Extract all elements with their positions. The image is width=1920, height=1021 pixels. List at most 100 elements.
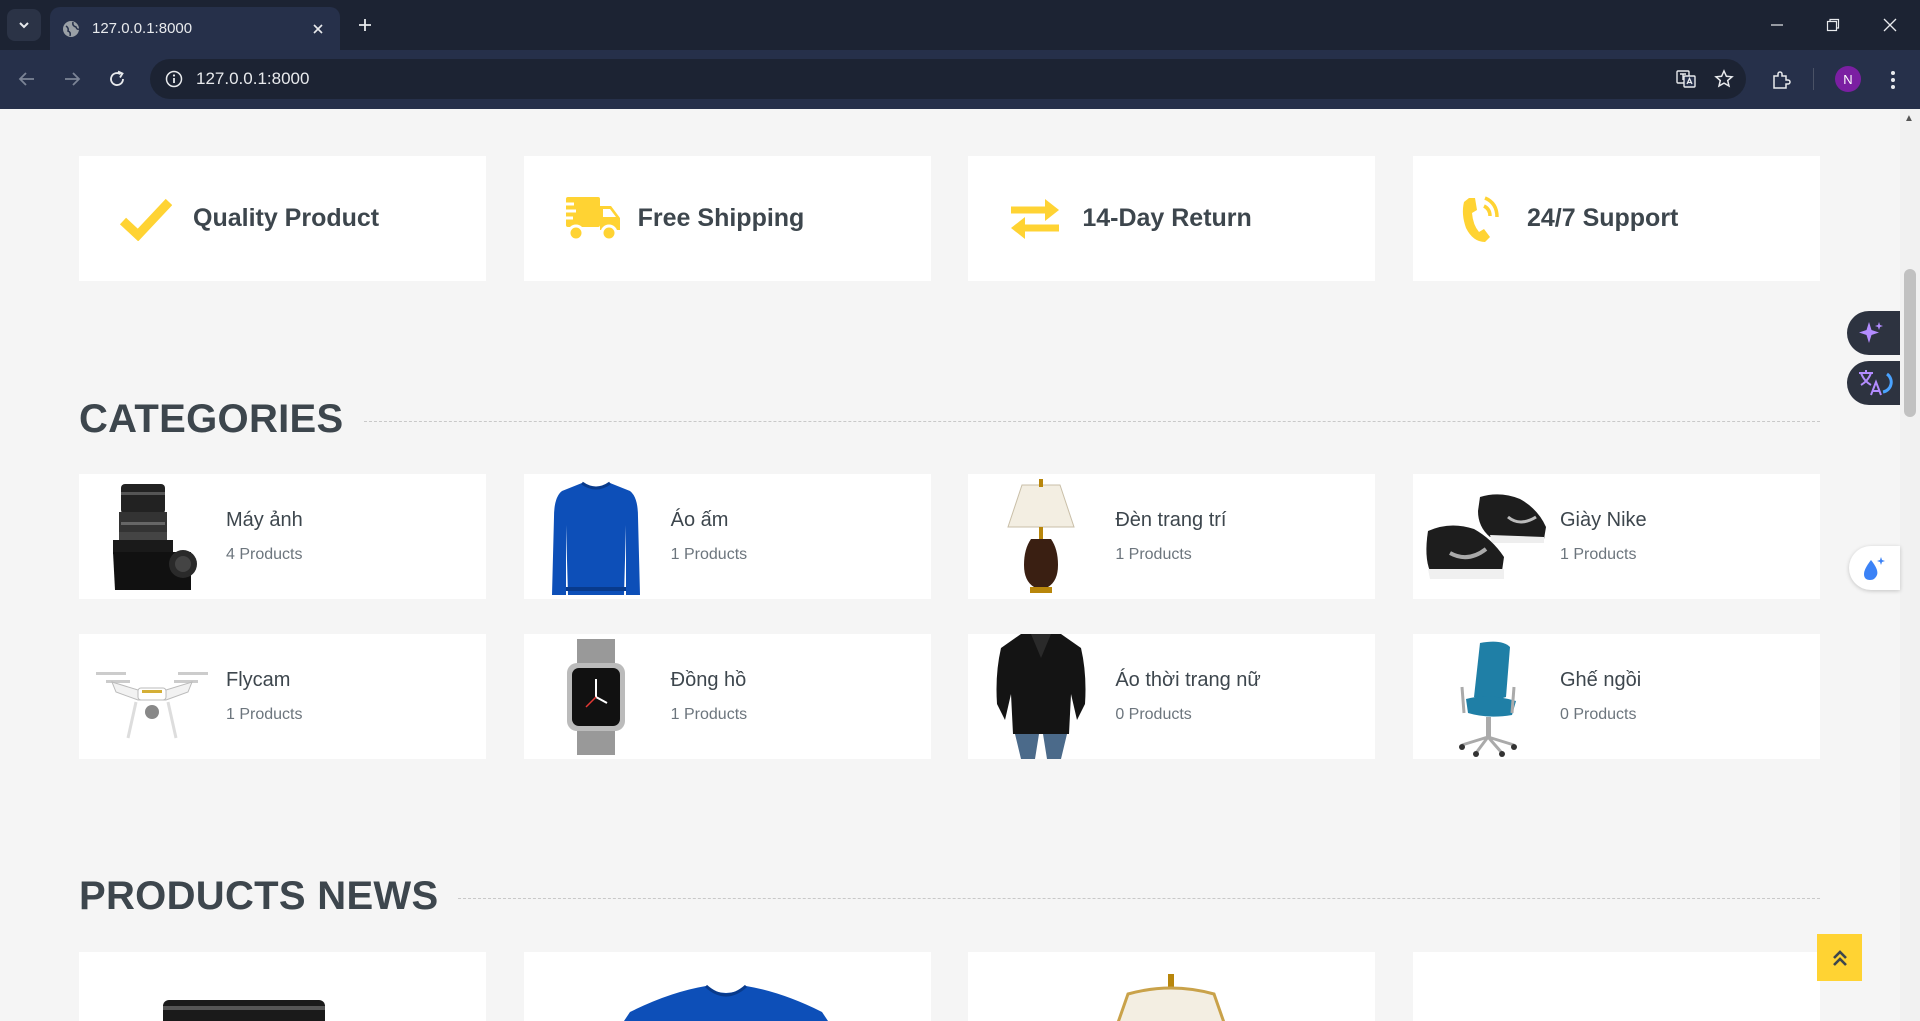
chevron-down-icon xyxy=(19,22,29,29)
phone-volume-icon xyxy=(1449,192,1511,246)
feature-label: Quality Product xyxy=(193,204,380,232)
toolbar-divider xyxy=(1813,68,1814,90)
category-name[interactable]: Máy ảnh xyxy=(226,509,303,532)
chrome-menu-button[interactable] xyxy=(1877,64,1909,96)
section-title: PRODUCTS NEWS xyxy=(79,874,439,918)
feature-quality: Quality Product xyxy=(79,156,486,281)
category-name[interactable]: Giày Nike xyxy=(1560,509,1647,532)
feature-label: 14-Day Return xyxy=(1082,204,1252,232)
categories-heading: CATEGORIES xyxy=(79,397,1820,442)
drone-image xyxy=(79,634,224,759)
feature-support: 24/7 Support xyxy=(1412,156,1820,281)
category-count: 4 Products xyxy=(226,546,303,563)
category-count: 1 Products xyxy=(670,706,748,723)
camera-image xyxy=(79,474,224,599)
category-count: 0 Products xyxy=(1559,706,1637,723)
exchange-arrows-icon xyxy=(1004,192,1066,246)
product-card[interactable] xyxy=(1412,952,1820,1021)
category-card[interactable]: Đồng hồ 1 Products xyxy=(523,634,931,759)
women-blouse-image xyxy=(968,634,1113,759)
product-card[interactable] xyxy=(523,952,931,1021)
blue-sweater-image xyxy=(623,984,828,1021)
category-name[interactable]: Ghế ngồi xyxy=(1560,669,1641,692)
address-bar[interactable]: 127.0.0.1:8000 xyxy=(150,59,1746,99)
arrow-left-icon xyxy=(18,72,34,86)
restore-icon xyxy=(1826,18,1840,32)
camera-image xyxy=(163,1000,325,1021)
close-tab-icon[interactable] xyxy=(308,19,328,39)
section-title: CATEGORIES xyxy=(79,397,344,441)
droplet-widget[interactable] xyxy=(1849,546,1900,590)
category-card[interactable]: Đèn trang trí 1 Products xyxy=(968,474,1376,599)
table-lamp-image xyxy=(1117,974,1226,1021)
categories-grid: Máy ảnh 4 Products Áo ấm 1 Products Đèn … xyxy=(79,474,1820,759)
feature-label: 24/7 Support xyxy=(1526,204,1679,232)
category-card[interactable]: Giày Nike 1 Products xyxy=(1412,474,1820,599)
translate-icon xyxy=(1859,370,1893,396)
nike-shoes-image xyxy=(1413,474,1558,599)
dashed-divider xyxy=(458,898,1820,899)
bookmark-star-icon[interactable] xyxy=(1708,63,1740,95)
restore-button[interactable] xyxy=(1816,8,1850,42)
reload-button[interactable] xyxy=(102,64,132,94)
check-icon xyxy=(115,192,177,246)
feature-label: Free Shipping xyxy=(637,204,805,232)
translate-page-icon[interactable] xyxy=(1670,63,1702,95)
forward-button[interactable] xyxy=(57,64,87,94)
minimize-icon xyxy=(1771,24,1783,26)
table-lamp-image xyxy=(968,474,1113,599)
dashed-divider xyxy=(363,421,1820,422)
site-info-icon[interactable] xyxy=(162,67,186,91)
scrollbar-thumb[interactable] xyxy=(1904,269,1916,417)
category-card[interactable]: Áo ấm 1 Products xyxy=(523,474,931,599)
back-button[interactable] xyxy=(12,64,42,94)
category-count: 1 Products xyxy=(670,546,748,563)
category-count: 1 Products xyxy=(1115,546,1192,563)
globe-icon xyxy=(62,20,80,38)
blue-sweater-image xyxy=(524,474,669,599)
reload-icon xyxy=(110,70,124,86)
profile-avatar[interactable]: N xyxy=(1835,66,1861,92)
category-count: 1 Products xyxy=(226,706,303,723)
shipping-truck-icon xyxy=(559,192,622,246)
back-to-top-button[interactable] xyxy=(1817,934,1862,981)
feature-return: 14-Day Return xyxy=(968,156,1376,281)
product-card[interactable] xyxy=(79,952,486,1021)
category-name[interactable]: Flycam xyxy=(226,669,302,692)
minimize-button[interactable] xyxy=(1760,8,1794,42)
products-row xyxy=(79,952,1820,1021)
category-card[interactable]: Áo thời trang nữ 0 Products xyxy=(968,634,1376,759)
category-card[interactable]: Máy ảnh 4 Products xyxy=(79,474,486,599)
more-vert-icon xyxy=(1891,71,1895,89)
close-window-button[interactable] xyxy=(1873,8,1907,42)
page-viewport: Quality Product Free Shipping 14-Day Ret… xyxy=(0,109,1900,1021)
browser-tab-strip: 127.0.0.1:8000 xyxy=(0,0,1920,50)
scroll-up-icon[interactable]: ▲ xyxy=(1904,113,1914,124)
extensions-button[interactable] xyxy=(1765,64,1797,96)
ai-assistant-widget[interactable] xyxy=(1847,311,1900,355)
category-card[interactable]: Ghế ngồi 0 Products xyxy=(1412,634,1820,759)
double-chevron-up-icon xyxy=(1832,949,1847,966)
new-tab-button[interactable] xyxy=(352,12,378,38)
tab-search-button[interactable] xyxy=(7,9,41,41)
feature-shipping: Free Shipping xyxy=(523,156,931,281)
category-count: 1 Products xyxy=(1559,546,1637,563)
category-name[interactable]: Áo thời trang nữ xyxy=(1115,669,1260,692)
category-name[interactable]: Áo ấm xyxy=(671,509,747,532)
puzzle-icon xyxy=(1773,71,1791,89)
category-name[interactable]: Đồng hồ xyxy=(671,669,747,692)
products-news-heading: PRODUCTS NEWS xyxy=(79,874,1820,919)
plus-icon xyxy=(359,19,371,31)
tab-title: 127.0.0.1:8000 xyxy=(92,20,193,37)
translate-widget[interactable] xyxy=(1847,361,1900,405)
features-row: Quality Product Free Shipping 14-Day Ret… xyxy=(79,156,1820,281)
category-card[interactable]: Flycam 1 Products xyxy=(79,634,486,759)
page-scrollbar[interactable]: ▲ xyxy=(1900,109,1920,1021)
sparkle-icon xyxy=(1859,322,1883,343)
product-card[interactable] xyxy=(968,952,1376,1021)
category-name[interactable]: Đèn trang trí xyxy=(1115,509,1226,532)
droplet-sparkle-icon xyxy=(1864,557,1885,580)
browser-tab[interactable]: 127.0.0.1:8000 xyxy=(50,7,340,50)
url-text[interactable]: 127.0.0.1:8000 xyxy=(196,69,1670,89)
close-icon xyxy=(1883,18,1897,32)
